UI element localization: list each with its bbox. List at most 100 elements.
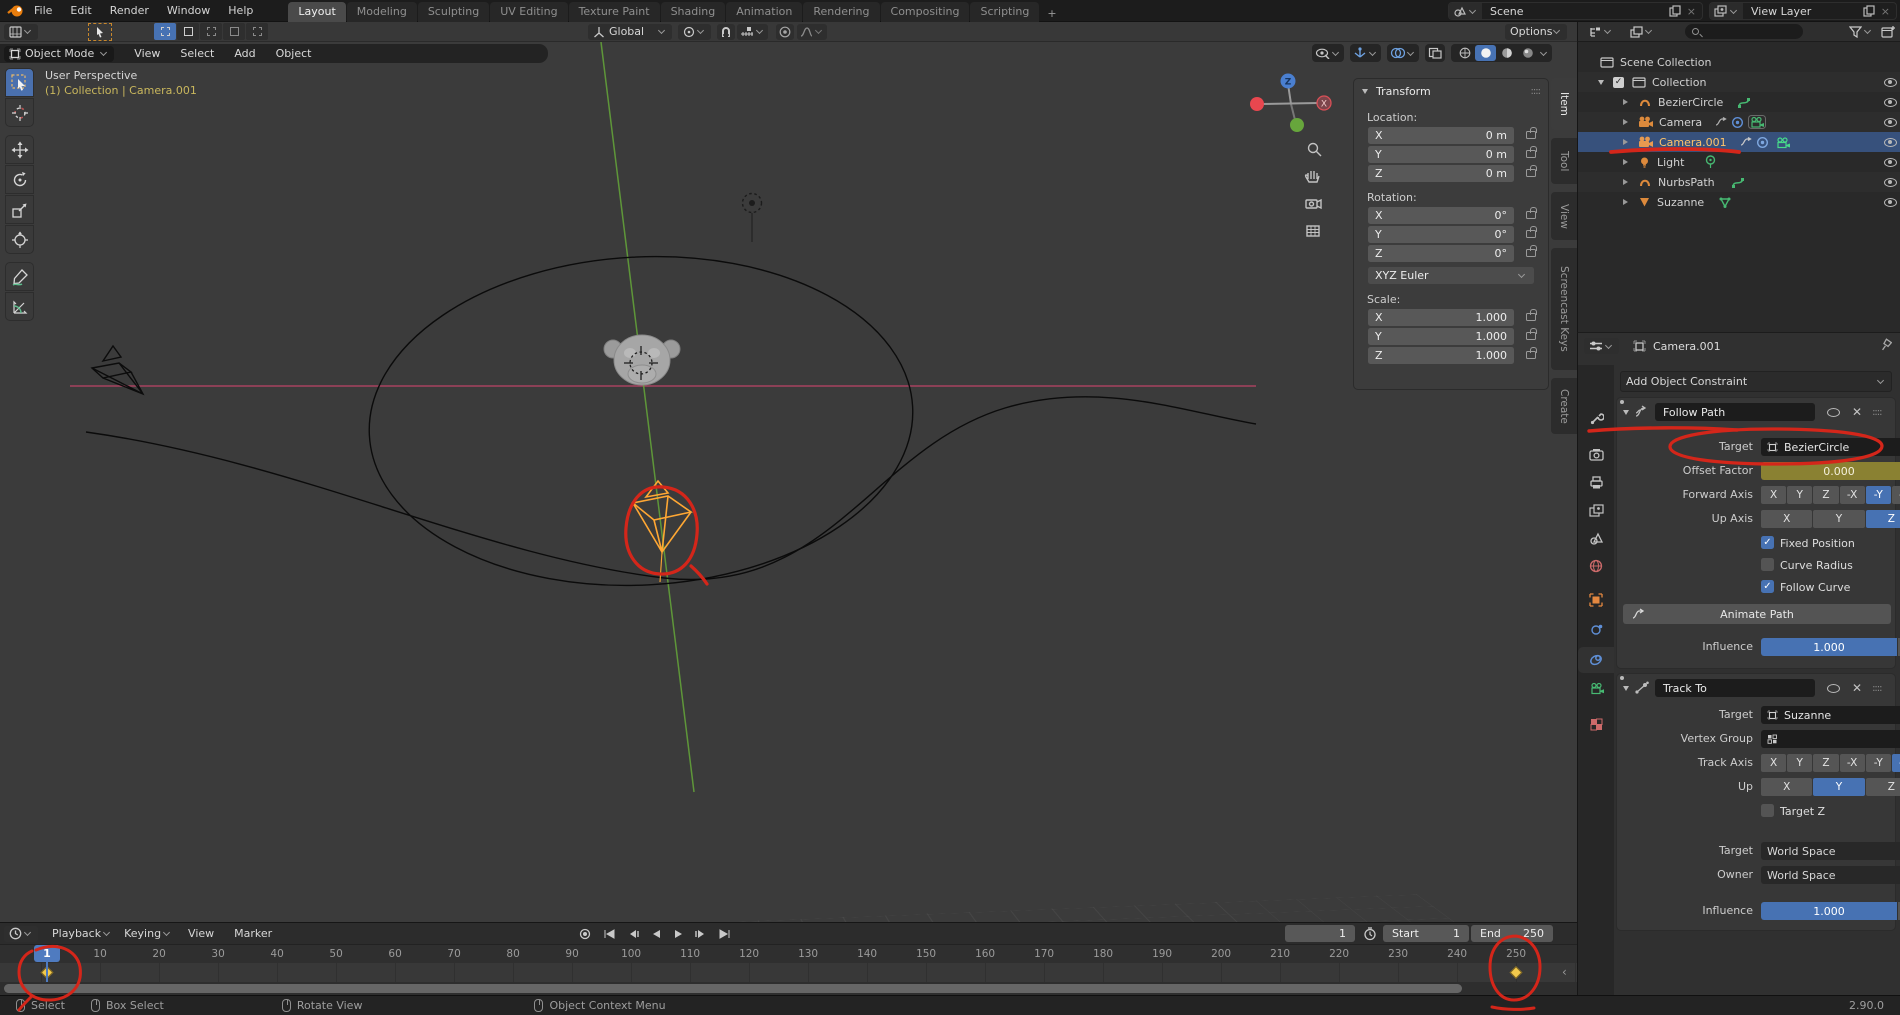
hide-eye-icon[interactable] — [1884, 197, 1897, 207]
axis-button-y[interactable]: Y — [1813, 778, 1865, 796]
lock-icon[interactable] — [1526, 146, 1537, 158]
timeline-view-menu[interactable]: View — [178, 927, 224, 940]
constraint-name-field[interactable]: Track To — [1655, 679, 1815, 697]
expand-icon[interactable] — [1623, 139, 1628, 145]
axis-button-x[interactable]: X — [1761, 486, 1787, 504]
hide-eye-icon[interactable] — [1884, 177, 1897, 187]
tab-layout[interactable]: Layout — [288, 1, 346, 22]
viewport-menu-select[interactable]: Select — [170, 47, 224, 60]
active-tool-indicator[interactable] — [88, 22, 112, 41]
sidebar-tab-view[interactable]: View — [1551, 192, 1577, 240]
editor-type-button[interactable] — [4, 23, 38, 40]
pivot-point-dropdown[interactable] — [678, 23, 711, 40]
outliner-display-mode-dropdown[interactable] — [1584, 23, 1618, 40]
panel-collapse-icon[interactable] — [1623, 685, 1629, 691]
new-collection-icon[interactable] — [1881, 25, 1896, 38]
proportional-falloff-dropdown[interactable] — [797, 23, 827, 40]
view-layer-icon[interactable] — [1710, 3, 1743, 19]
delete-constraint-icon[interactable]: ✕ — [1852, 681, 1862, 695]
ortho-toggle-button[interactable] — [1306, 225, 1320, 237]
timeline-editor-type-button[interactable] — [4, 925, 38, 942]
axis-button-neg-x[interactable]: -X — [1839, 754, 1865, 772]
vertex-group-field[interactable] — [1761, 730, 1900, 748]
influence-slider[interactable]: 1.000 — [1761, 638, 1897, 656]
axis-button-z[interactable]: Z — [1813, 486, 1839, 504]
shading-wireframe-button[interactable] — [1454, 45, 1475, 61]
rotation-mode-dropdown[interactable]: XYZ Euler — [1368, 267, 1534, 284]
target-z-checkbox[interactable] — [1761, 804, 1774, 817]
tab-compositing[interactable]: Compositing — [880, 1, 970, 22]
previous-keyframe-icon[interactable] — [626, 928, 640, 940]
timeline-scrollbar[interactable] — [4, 984, 1462, 993]
target-field[interactable]: Suzanne ✕ — [1761, 706, 1900, 724]
transform-orientation-dropdown[interactable]: Global — [588, 23, 672, 40]
lock-icon[interactable] — [1526, 309, 1537, 321]
add-workspace-button[interactable]: + — [1040, 5, 1063, 22]
lock-icon[interactable] — [1526, 245, 1537, 257]
shading-solid-button[interactable] — [1475, 45, 1496, 61]
jump-to-end-icon[interactable] — [718, 928, 732, 940]
outliner-filter-dropdown[interactable] — [1849, 25, 1873, 38]
outliner-label[interactable]: Camera — [1659, 116, 1702, 129]
tool-transform[interactable] — [5, 225, 34, 254]
panel-collapse-icon[interactable] — [1362, 89, 1368, 94]
tab-rendering[interactable]: Rendering — [803, 1, 880, 22]
tab-render-icon[interactable] — [1585, 443, 1607, 465]
delete-constraint-icon[interactable]: ✕ — [1852, 405, 1862, 419]
fixed-position-checkbox[interactable]: ✓ — [1761, 536, 1774, 549]
location-y-field[interactable]: Y0 m — [1368, 146, 1514, 163]
offset-factor-slider[interactable]: 0.000 — [1761, 462, 1900, 480]
options-dropdown[interactable]: Options — [1505, 23, 1567, 40]
curve-radius-checkbox[interactable] — [1761, 558, 1774, 571]
keying-menu[interactable]: Keying — [118, 927, 178, 940]
axis-button-x[interactable]: X — [1761, 754, 1787, 772]
constraint-drag-handle[interactable]: :::: — [1872, 407, 1883, 418]
outliner-search-input[interactable] — [1685, 24, 1803, 39]
outliner-label[interactable]: Light — [1657, 156, 1684, 169]
tool-measure[interactable] — [5, 292, 34, 321]
new-view-layer-icon[interactable] — [1863, 5, 1875, 17]
next-keyframe-icon[interactable] — [694, 928, 708, 940]
tab-object-data-icon[interactable] — [1585, 677, 1607, 699]
tab-physics-icon[interactable] — [1585, 619, 1607, 641]
timeline-marker-menu[interactable]: Marker — [224, 927, 282, 940]
axis-button-x[interactable]: X — [1761, 778, 1813, 796]
view-layer-selector[interactable]: View Layer × — [1709, 2, 1897, 20]
constraint-drag-handle[interactable]: :::: — [1872, 683, 1883, 694]
tab-output-icon[interactable] — [1585, 471, 1607, 493]
rotation-z-field[interactable]: Z 0° — [1368, 245, 1514, 262]
select-mode-extend[interactable] — [177, 23, 199, 40]
remove-view-layer-icon[interactable]: × — [1875, 6, 1896, 17]
breadcrumb[interactable]: Camera.001 — [1653, 340, 1721, 353]
add-constraint-dropdown[interactable]: Add Object Constraint — [1620, 371, 1892, 392]
timeline-ruler[interactable]: 10 20 30 40 50 60 70 80 90 100 110 120 130 140 150 160 1… — [0, 945, 1577, 963]
axis-button-neg-z[interactable]: -Z — [1891, 754, 1900, 772]
playhead[interactable]: 1 — [34, 945, 60, 962]
end-frame-field[interactable]: End 250 — [1471, 925, 1553, 942]
properties-editor-type-button[interactable] — [1584, 338, 1619, 354]
constraint-enable-eye-icon[interactable] — [1827, 407, 1840, 417]
axis-button-y[interactable]: Y — [1787, 486, 1813, 504]
navigation-gizmo[interactable]: Z X — [1250, 73, 1332, 133]
shading-material-button[interactable] — [1496, 45, 1517, 61]
tab-texture-paint[interactable]: Texture Paint — [568, 1, 660, 22]
shading-rendered-button[interactable] — [1517, 45, 1538, 61]
snap-target-dropdown[interactable] — [737, 23, 768, 40]
outliner-label[interactable]: Scene Collection — [1620, 56, 1711, 69]
pan-hand-button[interactable] — [1304, 171, 1320, 183]
camera-object[interactable] — [90, 344, 145, 396]
axis-button-z[interactable]: Z — [1865, 778, 1900, 796]
rotation-y-field[interactable]: Y 0° — [1368, 226, 1514, 243]
zoom-button[interactable] — [1307, 142, 1322, 157]
tool-rotate[interactable] — [5, 165, 34, 194]
unlink-scene-icon[interactable]: × — [1681, 6, 1702, 17]
tab-uv-editing[interactable]: UV Editing — [490, 1, 568, 22]
outliner-row-camera[interactable]: Camera — [1578, 112, 1900, 132]
location-z-field[interactable]: Z0 m — [1368, 165, 1514, 182]
camera-view-button[interactable] — [1305, 198, 1322, 210]
tab-view-layer-icon[interactable] — [1585, 499, 1607, 521]
play-reverse-icon[interactable] — [650, 928, 662, 940]
suzanne-object[interactable] — [603, 334, 681, 386]
pin-icon[interactable] — [1880, 338, 1892, 352]
tab-animation[interactable]: Animation — [726, 1, 803, 22]
